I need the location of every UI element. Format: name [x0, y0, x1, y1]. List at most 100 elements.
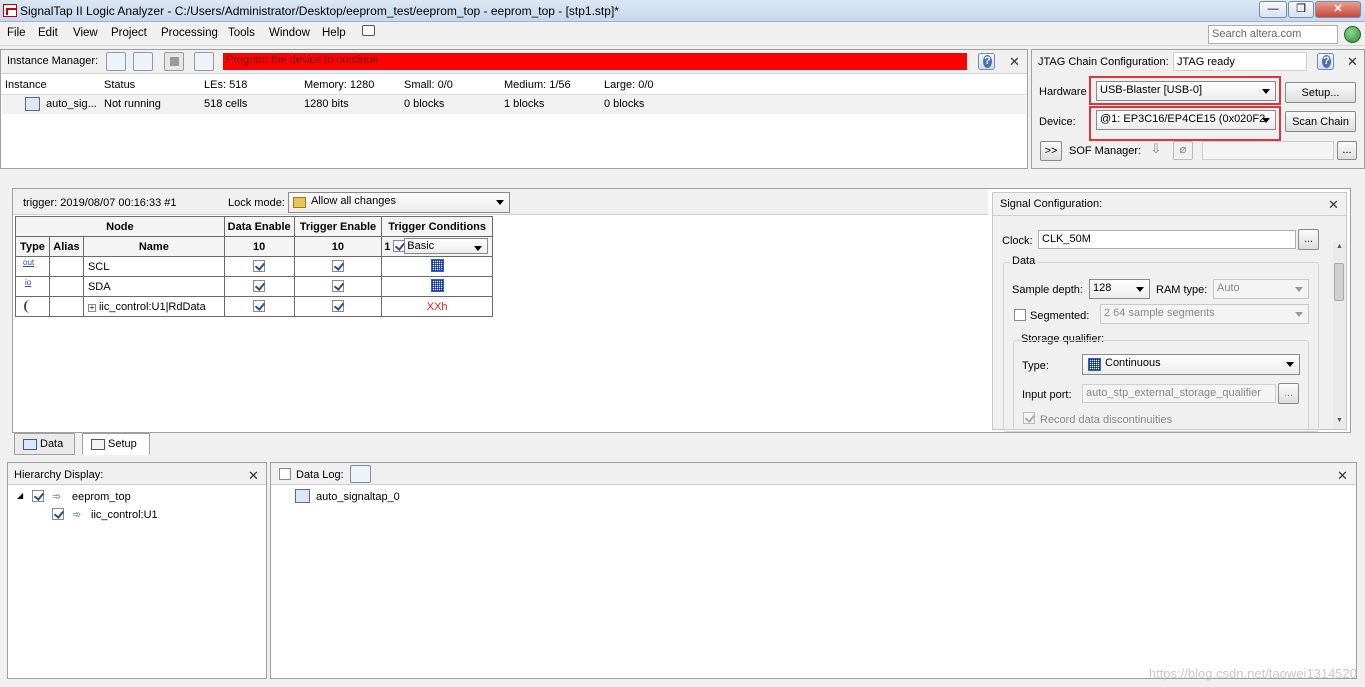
setup-tab-icon: [91, 438, 105, 450]
hierarchy-checkbox-child[interactable]: [52, 508, 64, 520]
data-enable-checkbox[interactable]: [252, 280, 265, 292]
col-instance: Instance: [5, 79, 47, 91]
menu-edit[interactable]: Edit: [38, 27, 58, 39]
sof-file-field[interactable]: [1202, 141, 1334, 160]
dont-care-icon: [430, 258, 444, 272]
sample-depth-select[interactable]: 128: [1089, 279, 1150, 299]
node-alias-cell: [48, 276, 84, 297]
expand-button[interactable]: >>: [1040, 141, 1062, 161]
clock-field[interactable]: CLK_50M: [1038, 230, 1296, 249]
hardware-highlight: [1089, 76, 1281, 105]
instance-close-icon[interactable]: ✕: [1009, 54, 1020, 70]
instance-table-header: Instance Status LEs: 518 Memory: 1280 Sm…: [1, 75, 1027, 95]
node-row[interactable]: io SDA: [15, 276, 493, 297]
maximize-button[interactable]: ❐: [1288, 1, 1314, 18]
input-port-browse-button[interactable]: ...: [1278, 383, 1299, 404]
data-enable-count: 10: [223, 236, 295, 257]
instance-icon: [25, 97, 40, 111]
instance-arrow-icon: ➾: [72, 509, 82, 521]
type-value: Continuous: [1105, 357, 1161, 369]
trigger-condition-mode-select[interactable]: Basic: [404, 238, 489, 254]
scroll-thumb[interactable]: [1334, 263, 1344, 301]
tab-data[interactable]: Data: [14, 433, 75, 455]
data-group-label: Data: [1010, 255, 1038, 267]
globe-icon[interactable]: [1344, 26, 1361, 43]
trigger-enable-cell: [293, 276, 383, 297]
menu-processing[interactable]: Processing: [161, 27, 218, 39]
instance-row[interactable]: auto_sig... Not running 518 cells 1280 b…: [2, 95, 1026, 114]
trigger-enable-checkbox[interactable]: [331, 260, 344, 272]
trigger-enable-checkbox[interactable]: [331, 300, 344, 312]
hierarchy-item-child[interactable]: iic_control:U1: [91, 509, 158, 521]
data-enable-checkbox[interactable]: [252, 300, 265, 312]
jtag-help-icon[interactable]: [1317, 53, 1334, 70]
node-row[interactable]: out SCL: [15, 256, 493, 277]
lock-mode-select[interactable]: Allow all changes: [288, 192, 510, 213]
sof-browse-button[interactable]: ...: [1337, 141, 1357, 160]
ram-type-select[interactable]: Auto: [1213, 279, 1309, 299]
hardware-label: Hardware: [1039, 86, 1087, 98]
node-alias-cell: [48, 296, 84, 317]
signal-config-scrollbar[interactable]: ▲ ▼: [1333, 241, 1346, 429]
scan-chain-button[interactable]: Scan Chain: [1285, 111, 1356, 132]
search-input[interactable]: Search altera.com: [1208, 25, 1338, 44]
menu-file[interactable]: File: [7, 27, 26, 39]
instance-help-icon[interactable]: [978, 53, 995, 70]
trigger-condition-cell[interactable]: [381, 276, 493, 297]
node-name: iic_control:U1|RdData: [98, 300, 206, 313]
lock-icon: [293, 197, 306, 208]
clock-browse-button[interactable]: ...: [1298, 229, 1319, 250]
tab-setup[interactable]: Setup: [82, 433, 150, 455]
data-log-panel: Data Log: ✕ auto_signaltap_0: [270, 462, 1357, 679]
attach-sof-icon[interactable]: ⌀: [1173, 141, 1193, 160]
setup-button[interactable]: Setup...: [1285, 82, 1356, 103]
menu-view[interactable]: View: [73, 27, 98, 39]
run-analysis-icon[interactable]: [133, 52, 153, 71]
data-log-checkbox[interactable]: [279, 468, 291, 480]
hierarchy-item-top[interactable]: eeprom_top: [72, 491, 131, 503]
collapse-icon[interactable]: ◢: [17, 491, 23, 500]
signal-config-close-icon[interactable]: ✕: [1328, 197, 1339, 213]
hierarchy-checkbox-top[interactable]: [32, 490, 44, 502]
menu-window[interactable]: Window: [269, 27, 310, 39]
continuous-icon: [1088, 358, 1101, 371]
dont-care-icon: [430, 278, 444, 292]
instance-status: Not running: [104, 98, 161, 110]
help-chat-icon[interactable]: [362, 25, 375, 36]
menu-tools[interactable]: Tools: [228, 27, 255, 39]
menu-project[interactable]: Project: [111, 27, 147, 39]
segmented-label: Segmented:: [1030, 310, 1090, 322]
data-log-graph-icon[interactable]: [350, 465, 371, 483]
segmented-select[interactable]: 2 64 sample segments: [1100, 304, 1309, 324]
instance-name: auto_sig...: [46, 98, 97, 110]
trigger-condition-cell[interactable]: [381, 256, 493, 277]
autorun-icon[interactable]: [106, 52, 126, 71]
data-enable-checkbox[interactable]: [252, 260, 265, 272]
trigger-enable-checkbox[interactable]: [331, 280, 344, 292]
input-port-field[interactable]: auto_stp_external_storage_qualifier: [1082, 384, 1276, 403]
scroll-down-icon[interactable]: ▼: [1336, 417, 1343, 424]
sample-depth-label: Sample depth:: [1012, 284, 1083, 296]
record-discontinuities-checkbox[interactable]: [1023, 412, 1035, 424]
trigger-condition-value[interactable]: XXh: [381, 296, 493, 317]
jtag-close-icon[interactable]: ✕: [1347, 54, 1358, 70]
scroll-up-icon[interactable]: ▲: [1336, 243, 1343, 250]
menu-help[interactable]: Help: [322, 27, 346, 39]
data-log-item[interactable]: auto_signaltap_0: [316, 491, 400, 503]
close-button[interactable]: ✕: [1315, 1, 1361, 18]
hierarchy-close-icon[interactable]: ✕: [248, 468, 259, 484]
program-device-icon[interactable]: ⇩: [1146, 141, 1166, 160]
node-row[interactable]: bus +iic_control:U1|RdData XXh: [15, 296, 493, 317]
type-select[interactable]: Continuous: [1082, 354, 1300, 375]
expand-icon[interactable]: +: [87, 303, 96, 312]
minimize-button[interactable]: —: [1259, 1, 1287, 18]
trigger-conditions-header: 1 Basic: [381, 236, 493, 257]
segmented-checkbox[interactable]: [1014, 309, 1026, 321]
ram-type-label: RAM type:: [1156, 284, 1208, 296]
trigger-enable-cell: [293, 256, 383, 277]
instance-large: 0 blocks: [604, 98, 645, 110]
stop-analysis-icon[interactable]: [164, 52, 184, 71]
data-log-close-icon[interactable]: ✕: [1337, 468, 1348, 484]
read-data-icon[interactable]: [194, 52, 214, 71]
trigger-label: trigger: 2019/08/07 00:16:33 #1: [23, 197, 177, 209]
